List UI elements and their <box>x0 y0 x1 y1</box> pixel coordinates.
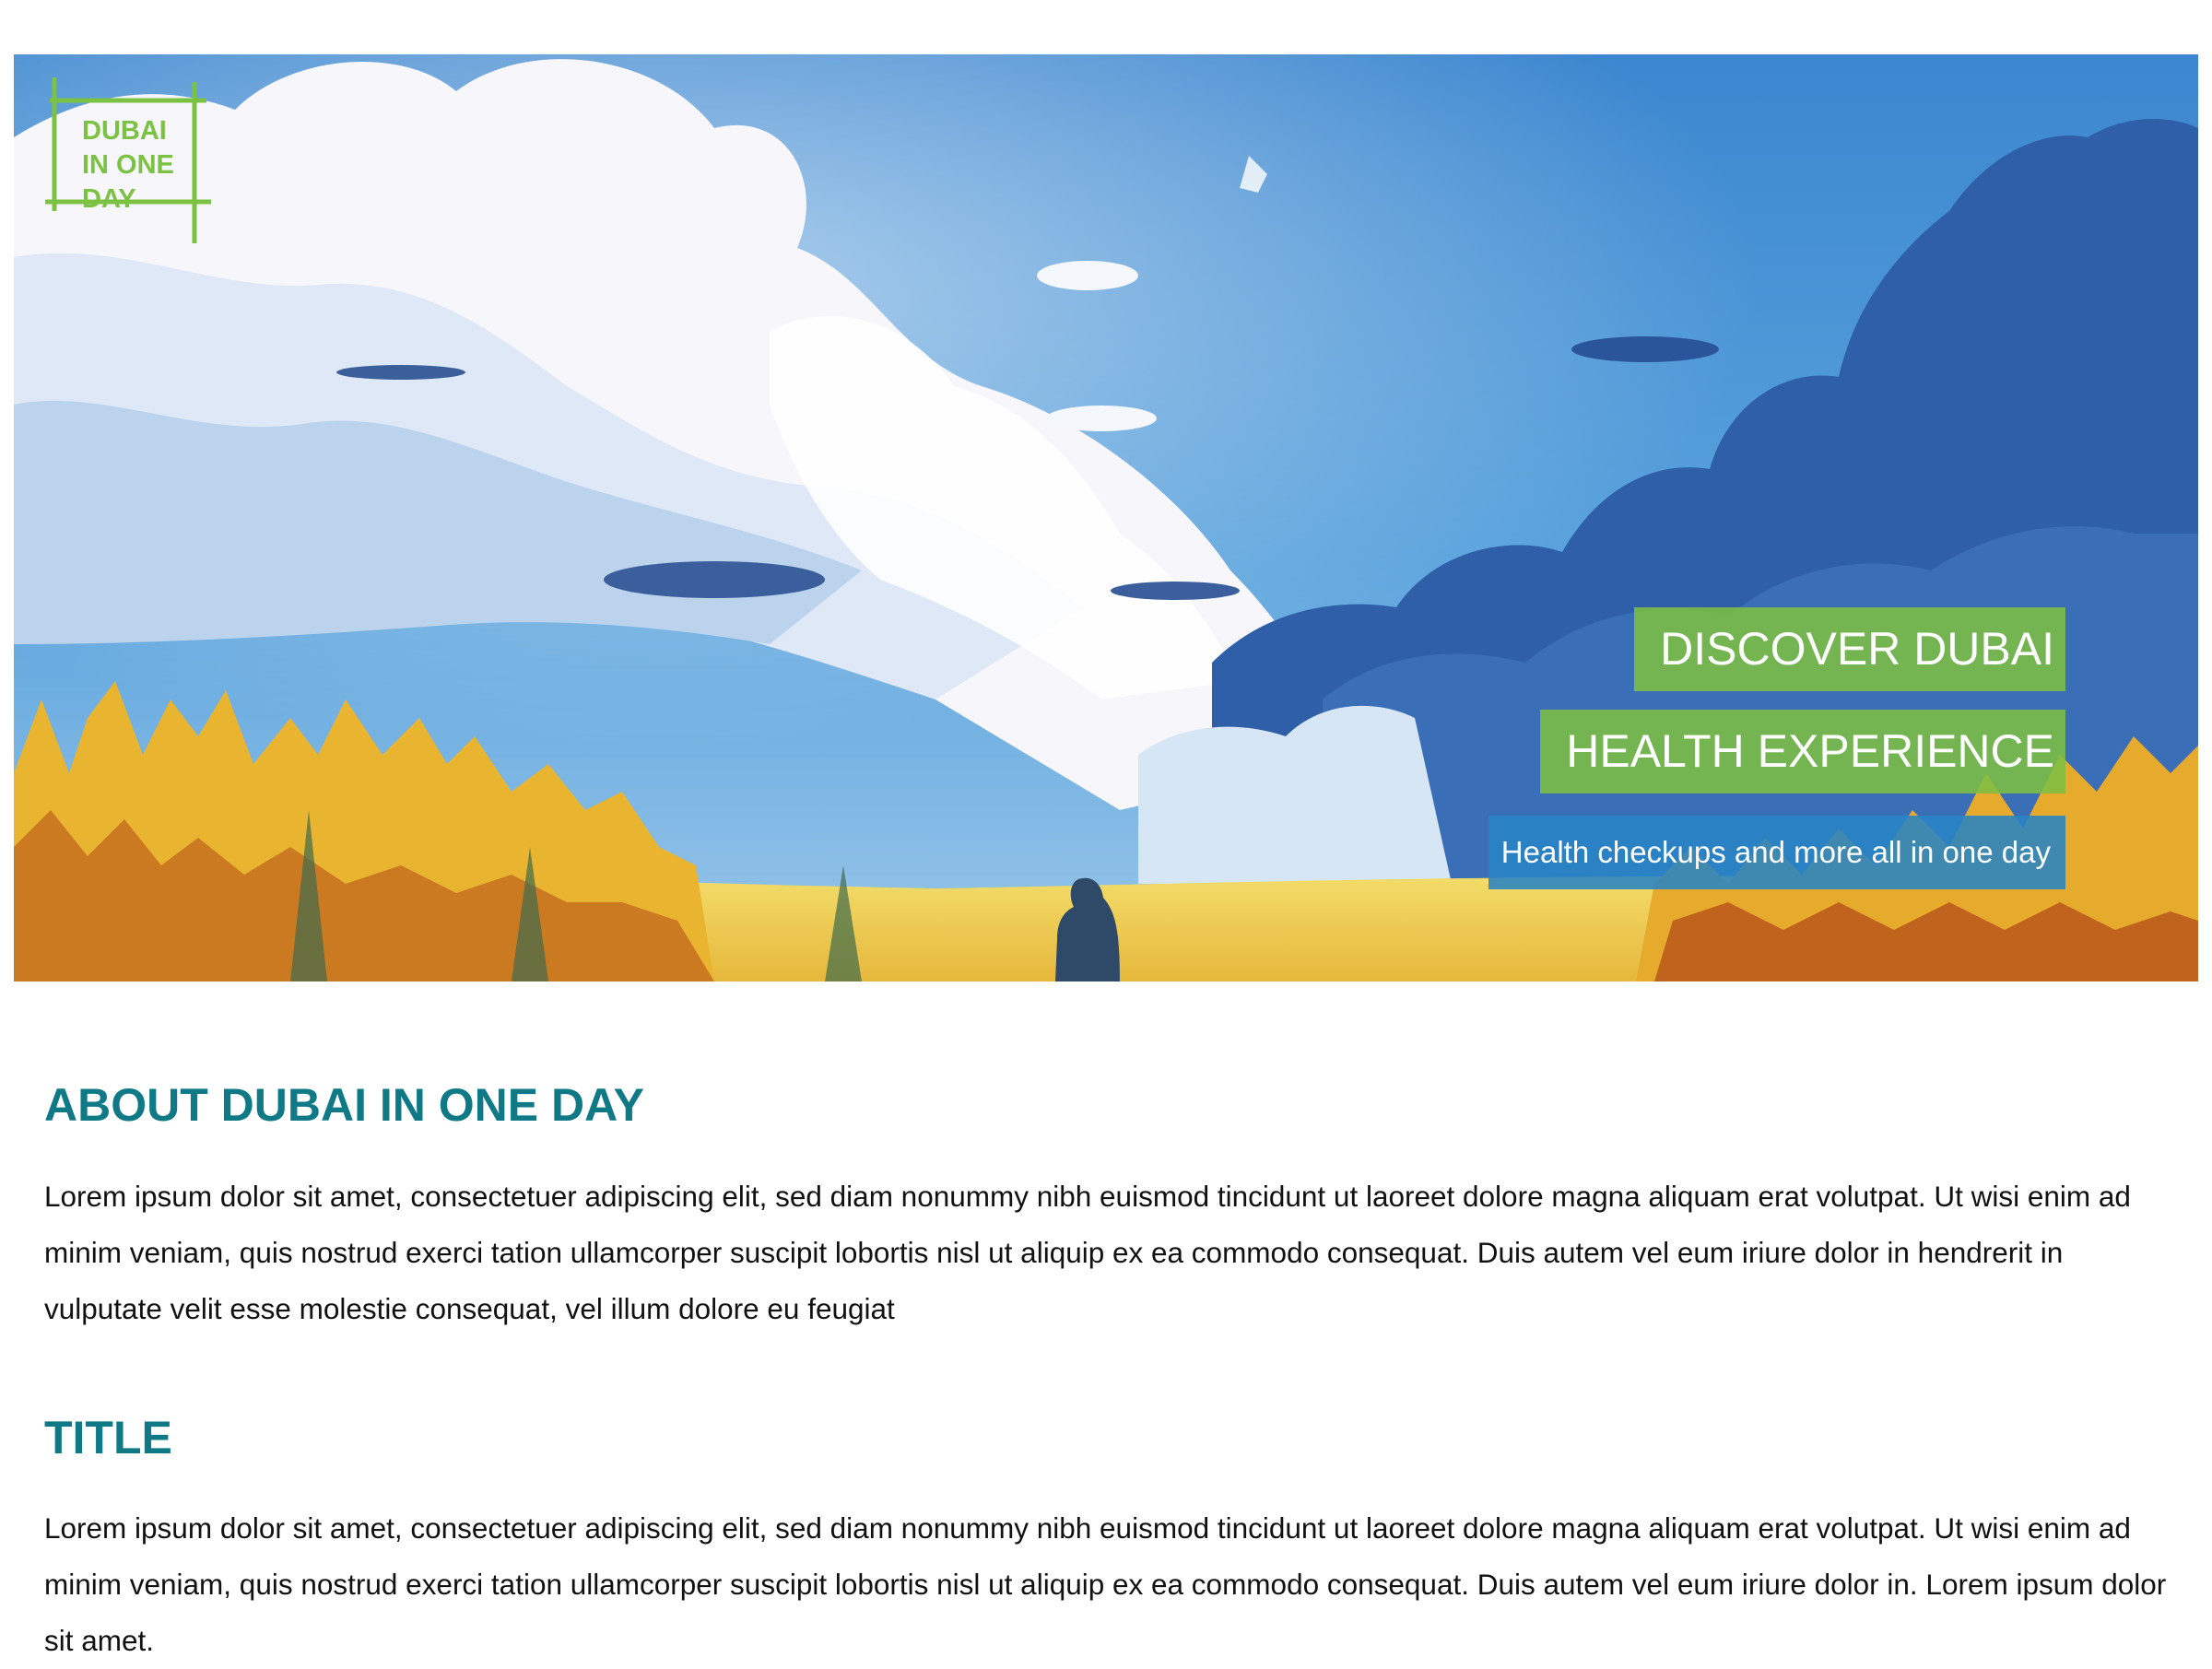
logo-text: DUBAI IN ONE DAY <box>82 116 174 214</box>
banner-subtitle: Health checkups and more all in one day <box>1488 816 2065 889</box>
section-title: TITLE <box>44 1412 172 1463</box>
about-title: ABOUT DUBAI IN ONE DAY <box>44 1079 644 1131</box>
hero-banner: DUBAI IN ONE DAY DISCOVER DUBAI HEALTH E… <box>14 54 2198 981</box>
brand-logo[interactable]: DUBAI IN ONE DAY <box>45 73 220 248</box>
section-text: Lorem ipsum dolor sit amet, consectetuer… <box>44 1511 2167 1657</box>
about-text: Lorem ipsum dolor sit amet, consectetuer… <box>44 1180 2131 1325</box>
banner-discover-dubai: DISCOVER DUBAI <box>1634 607 2065 691</box>
banner-health-experience: HEALTH EXPERIENCE <box>1540 710 2065 793</box>
